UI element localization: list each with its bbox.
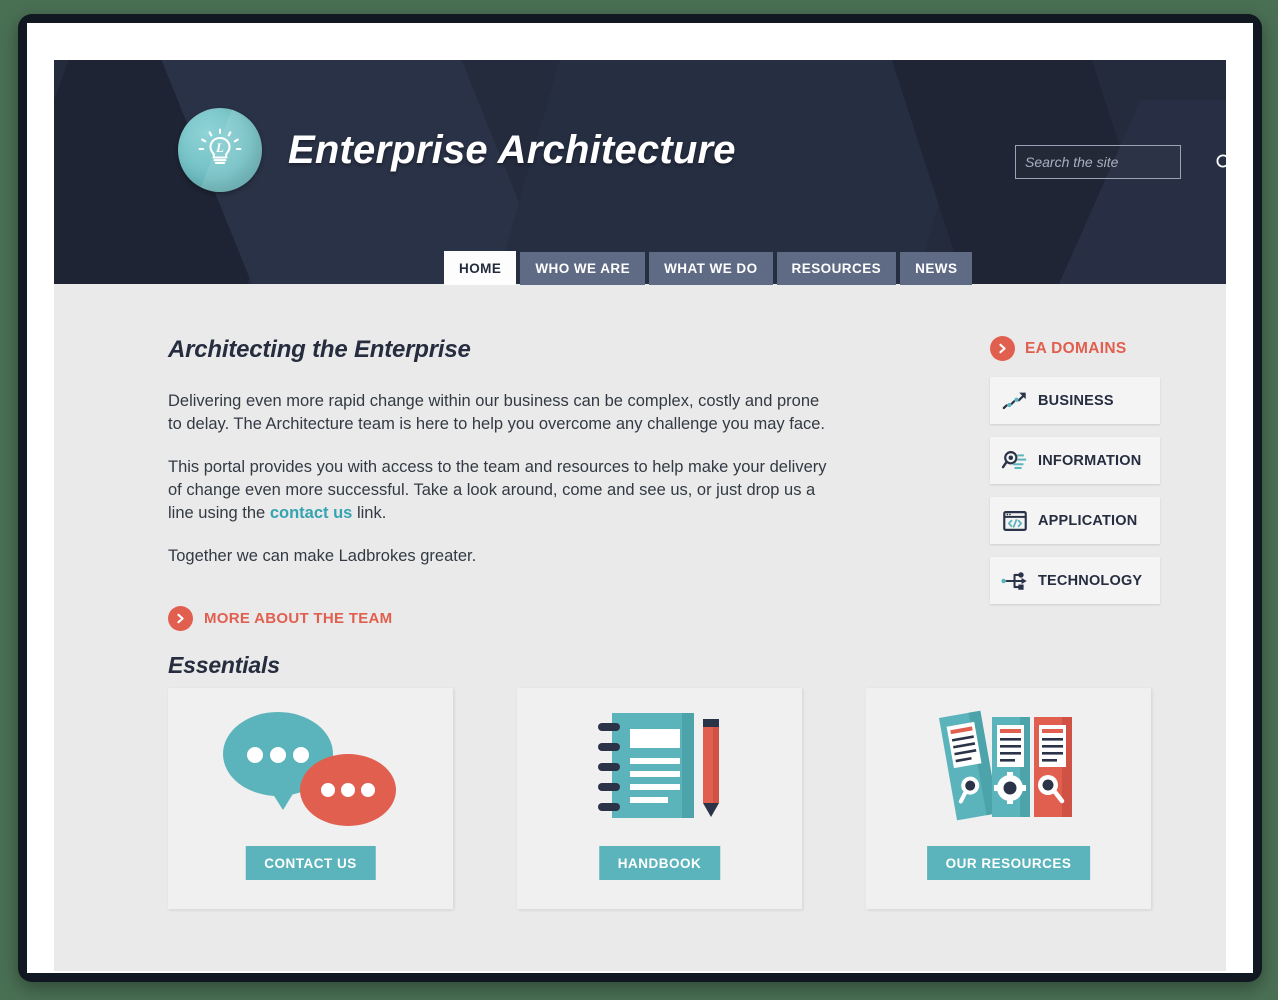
our-resources-button[interactable]: OUR RESOURCES [926, 846, 1091, 880]
domain-label: BUSINESS [1038, 392, 1114, 409]
header-facet-shape [1007, 100, 1226, 284]
site-title: Enterprise Architecture [288, 127, 736, 172]
portal-paragraph-text-before: This portal provides you with access to … [168, 458, 827, 522]
ea-domains-title-link[interactable]: EA DOMAINS [990, 336, 1160, 361]
intro-paragraph: Delivering even more rapid change within… [168, 392, 826, 433]
portal-paragraph: This portal provides you with access to … [168, 456, 828, 525]
domain-label: APPLICATION [1038, 512, 1138, 529]
search-button[interactable] [1215, 146, 1226, 178]
domain-card-business[interactable]: BUSINESS [990, 377, 1160, 424]
domain-label: INFORMATION [1038, 452, 1142, 469]
page-title: Architecting the Enterprise [168, 336, 471, 363]
domain-card-information[interactable]: INFORMATION [990, 437, 1160, 484]
contact-us-button[interactable]: CONTACT US [245, 846, 376, 880]
speech-bubbles-art [168, 702, 453, 832]
chevron-right-circle-icon [168, 606, 193, 631]
binders-art [866, 702, 1151, 832]
search-box[interactable] [1015, 145, 1226, 179]
essential-card-resources[interactable]: OUR RESOURCES [866, 688, 1151, 909]
nav-tab-news[interactable]: NEWS [900, 252, 973, 285]
ea-domains-title: EA DOMAINS [1025, 339, 1127, 357]
ea-domains-panel: EA DOMAINS BUSINESS INFORMATION APPLICAT… [990, 336, 1160, 617]
nav-tab-what-we-do[interactable]: WHAT WE DO [649, 252, 773, 285]
page-sheet: L Enterprise Architecture HOME WHO WE AR… [27, 23, 1253, 973]
domain-card-application[interactable]: APPLICATION [990, 497, 1160, 544]
essential-card-contact[interactable]: CONTACT US [168, 688, 453, 909]
nav-tab-who-we-are[interactable]: WHO WE ARE [520, 252, 646, 285]
search-input[interactable] [1016, 146, 1215, 178]
trending-arrow-icon [1002, 392, 1026, 409]
essential-card-handbook[interactable]: HANDBOOK [517, 688, 802, 909]
magnifier-lines-icon [1001, 450, 1027, 469]
more-about-the-team-link[interactable]: MORE ABOUT THE TEAM [168, 606, 392, 631]
logo-letter: L [215, 140, 224, 155]
network-node-icon [1001, 571, 1027, 590]
essentials-row: CONTACT US HANDBOOK OUR RESOURCES [168, 688, 1153, 909]
search-icon [1216, 154, 1226, 167]
chevron-right-circle-icon [990, 336, 1015, 361]
essentials-heading: Essentials [168, 652, 280, 678]
nav-tab-resources[interactable]: RESOURCES [776, 252, 897, 285]
lightbulb-icon: L [178, 108, 262, 192]
brand[interactable]: L Enterprise Architecture [178, 108, 736, 192]
content-area: Architecting the Enterprise Delivering e… [54, 284, 1226, 971]
main-column: Architecting the Enterprise Delivering e… [168, 336, 828, 631]
contact-us-link[interactable]: contact us [270, 504, 353, 522]
closing-paragraph: Together we can make Ladbrokes greater. [168, 547, 477, 565]
domain-card-technology[interactable]: TECHNOLOGY [990, 557, 1160, 604]
domain-label: TECHNOLOGY [1038, 572, 1143, 589]
device-frame: L Enterprise Architecture HOME WHO WE AR… [18, 14, 1262, 982]
main-navigation[interactable]: HOME WHO WE ARE WHAT WE DO RESOURCES NEW… [444, 251, 973, 285]
notebook-pencil-art [517, 702, 802, 832]
handbook-button[interactable]: HANDBOOK [598, 846, 721, 880]
more-about-the-team-label: MORE ABOUT THE TEAM [204, 610, 393, 627]
portal-paragraph-text-after: link. [352, 504, 387, 522]
nav-tab-home[interactable]: HOME [444, 251, 517, 285]
browser-code-icon [1003, 510, 1027, 531]
